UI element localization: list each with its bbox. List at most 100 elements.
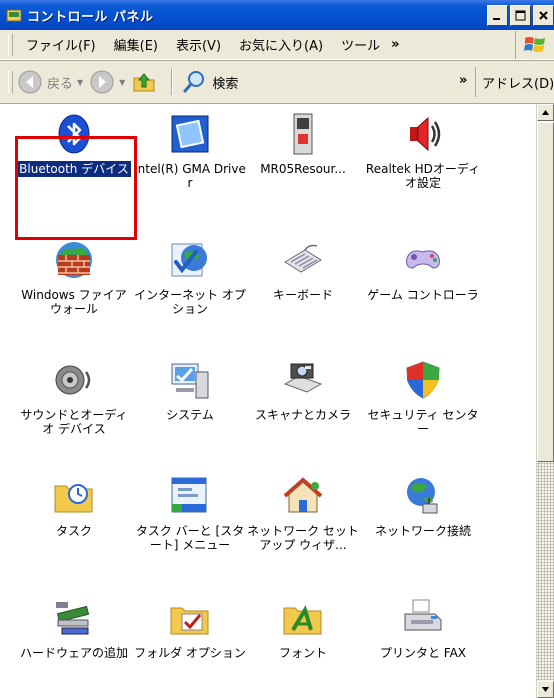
- add-hardware-icon: [52, 596, 96, 640]
- control-panel-item-label: Realtek HDオーディオ設定: [365, 162, 481, 190]
- toolbar-overflow-chevron[interactable]: »: [459, 73, 467, 88]
- control-panel-item[interactable]: Bluetooth デバイス: [14, 112, 134, 177]
- control-panel-item[interactable]: Windows ファイアウォール: [14, 238, 134, 317]
- back-label: 戻る: [47, 76, 74, 92]
- control-panel-item-label: ネットワーク セットアップ ウィザ...: [247, 524, 359, 552]
- control-panel-item[interactable]: スキャナとカメラ: [243, 358, 363, 423]
- control-panel-item[interactable]: キーボード: [243, 238, 363, 303]
- control-panel-icon-grid: Bluetooth デバイス Intel(R) GMA Driver MR05Res…: [0, 104, 536, 698]
- taskbar-icon: [168, 474, 212, 518]
- back-arrow-icon: [18, 70, 42, 94]
- control-panel-item-label: MR05Resour...: [260, 162, 346, 176]
- control-panel-item[interactable]: タスク バーと [スタート] メニュー: [130, 474, 250, 553]
- bluetooth-icon: [52, 112, 96, 156]
- up-folder-button[interactable]: [131, 69, 157, 95]
- control-panel-item[interactable]: フォント: [243, 596, 363, 661]
- mr05-icon: [281, 112, 325, 156]
- fonts-folder-icon: [281, 596, 325, 640]
- address-label[interactable]: アドレス(D): [475, 67, 554, 97]
- control-panel-item[interactable]: セキュリティ センター: [363, 358, 483, 437]
- forward-arrow-icon: [90, 70, 114, 94]
- control-panel-item-label: サウンドとオーディオ デバイス: [20, 408, 128, 436]
- control-panel-icon: [6, 9, 22, 22]
- control-panel-item[interactable]: プリンタと FAX: [363, 596, 483, 661]
- control-panel-item-label: Windows ファイアウォール: [21, 288, 127, 316]
- control-panel-item-label: Bluetooth デバイス: [17, 161, 131, 177]
- control-panel-item-label: インターネット オプション: [134, 288, 246, 316]
- search-icon: [183, 71, 205, 93]
- control-panel-item-label: セキュリティ センター: [367, 408, 479, 436]
- network-setup-icon: [281, 474, 325, 518]
- scroll-up-button[interactable]: [537, 104, 554, 121]
- toolbar: 戻る ▼ ▼ 検索 » アドレス(D): [0, 60, 554, 104]
- vertical-scrollbar[interactable]: [536, 104, 554, 698]
- control-panel-item-label: Intel(R) GMA Driver: [134, 162, 246, 190]
- scroll-thumb[interactable]: [537, 122, 554, 462]
- search-button[interactable]: 検索: [181, 69, 238, 95]
- control-panel-item-label: ハードウェアの追加: [19, 646, 128, 660]
- system-icon: [168, 358, 212, 402]
- windows-flag-icon: [524, 37, 545, 52]
- menu-file[interactable]: ファイル(F): [17, 35, 105, 54]
- speaker-icon: [401, 112, 445, 156]
- menu-edit[interactable]: 編集(E): [105, 35, 167, 54]
- control-panel-item[interactable]: インターネット オプション: [130, 238, 250, 317]
- minimize-icon: [493, 18, 500, 20]
- menu-tools[interactable]: ツール: [332, 35, 389, 54]
- close-button[interactable]: [533, 5, 554, 26]
- control-panel-item-label: キーボード: [272, 288, 333, 302]
- folder-options-icon: [168, 596, 212, 640]
- toolbar-separator: [171, 69, 174, 95]
- control-panel-item-label: スキャナとカメラ: [254, 408, 351, 422]
- menu-bar: ファイル(F) 編集(E) 表示(V) お気に入り(A) ツール »: [0, 30, 554, 60]
- control-panel-item-label: ゲーム コントローラ: [367, 288, 479, 302]
- control-panel-item-label: フォント: [278, 646, 327, 660]
- window-title: コントロール パネル: [27, 9, 154, 25]
- scroll-up-icon: [542, 110, 549, 115]
- scanner-camera-icon: [281, 358, 325, 402]
- menu-overflow-chevron[interactable]: »: [391, 37, 399, 52]
- control-panel-item[interactable]: サウンドとオーディオ デバイス: [14, 358, 134, 437]
- title-bar: コントロール パネル: [0, 0, 554, 30]
- scroll-track[interactable]: [537, 462, 554, 680]
- close-icon: [539, 11, 548, 20]
- network-connection-icon: [401, 474, 445, 518]
- menu-grip[interactable]: [8, 33, 13, 56]
- control-panel-item[interactable]: フォルダ オプション: [130, 596, 250, 661]
- search-label: 検索: [212, 76, 239, 92]
- game-controller-icon: [401, 238, 445, 282]
- up-folder-icon: [133, 73, 155, 92]
- control-panel-item-label: フォルダ オプション: [134, 646, 246, 660]
- control-panel-item-label: タスク バーと [スタート] メニュー: [135, 524, 245, 552]
- control-panel-item[interactable]: システム: [130, 358, 250, 423]
- control-panel-item[interactable]: Intel(R) GMA Driver: [130, 112, 250, 191]
- control-panel-item[interactable]: タスク: [14, 474, 134, 539]
- forward-dropdown-icon[interactable]: ▼: [119, 78, 125, 87]
- control-panel-item[interactable]: ハードウェアの追加: [14, 596, 134, 661]
- minimize-button[interactable]: [487, 5, 508, 26]
- keyboard-icon: [281, 238, 325, 282]
- task-folder-icon: [52, 474, 96, 518]
- printer-fax-icon: [401, 596, 445, 640]
- menu-view[interactable]: 表示(V): [167, 35, 230, 54]
- control-panel-item[interactable]: ゲーム コントローラ: [363, 238, 483, 303]
- scroll-down-button[interactable]: [537, 681, 554, 698]
- control-panel-item[interactable]: Realtek HDオーディオ設定: [363, 112, 483, 191]
- maximize-button[interactable]: [510, 5, 531, 26]
- forward-button[interactable]: ▼: [89, 69, 125, 95]
- control-panel-item[interactable]: ネットワーク接続: [363, 474, 483, 539]
- control-panel-item-label: タスク: [55, 524, 92, 538]
- intel-gma-icon: [168, 112, 212, 156]
- control-panel-item[interactable]: MR05Resour...: [243, 112, 363, 177]
- back-button[interactable]: 戻る ▼: [17, 69, 83, 95]
- control-panel-item-label: プリンタと FAX: [379, 646, 467, 660]
- scroll-down-icon: [542, 687, 549, 692]
- internet-options-icon: [168, 238, 212, 282]
- control-panel-item[interactable]: ネットワーク セットアップ ウィザ...: [243, 474, 363, 553]
- maximize-icon: [515, 10, 526, 21]
- back-dropdown-icon[interactable]: ▼: [77, 78, 83, 87]
- menu-favorites[interactable]: お気に入り(A): [230, 35, 332, 54]
- toolbar-grip[interactable]: [8, 71, 13, 93]
- control-panel-item-label: システム: [166, 408, 214, 422]
- control-panel-item-label: ネットワーク接続: [374, 524, 471, 538]
